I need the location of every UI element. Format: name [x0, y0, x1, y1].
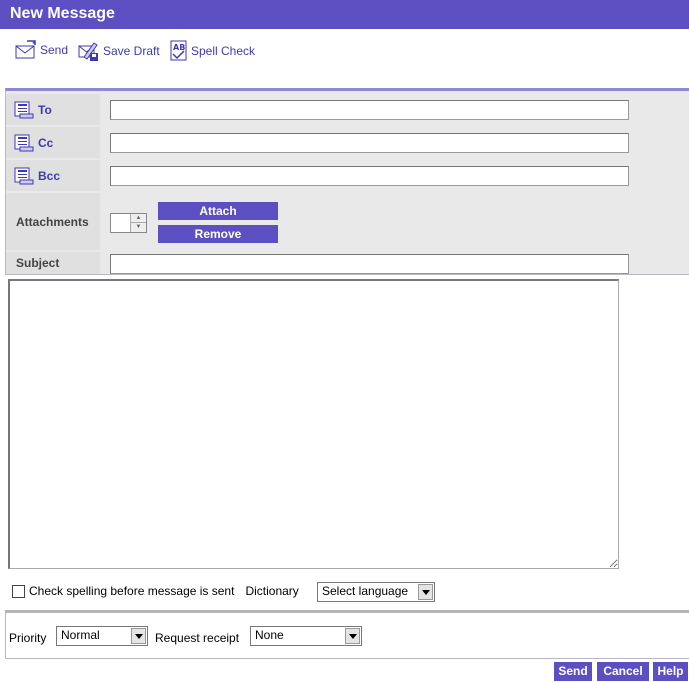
toolbar-save-draft-button[interactable]: Save Draft	[78, 40, 160, 62]
toolbar-spell-check-button[interactable]: AB Spell Check	[170, 40, 255, 62]
address-book-icon	[14, 167, 34, 184]
subject-input[interactable]	[110, 254, 629, 274]
dropdown-arrow-icon	[345, 628, 360, 644]
dropdown-arrow-icon	[418, 584, 433, 600]
request-receipt-select-value: None	[255, 628, 284, 642]
to-address-book-link[interactable]: To	[6, 94, 100, 125]
message-body[interactable]	[8, 279, 619, 569]
attachments-scroll-arrows[interactable]: ▲ ▼	[130, 214, 146, 232]
scroll-down-icon[interactable]: ▼	[131, 223, 146, 232]
bcc-input[interactable]	[110, 166, 629, 186]
spelling-options: Check spelling before message is sent Di…	[12, 584, 299, 598]
dictionary-select[interactable]: Select language	[317, 582, 435, 602]
send-button[interactable]: Send	[554, 662, 592, 681]
toolbar-spell-check-label: Spell Check	[191, 44, 256, 58]
address-book-icon	[14, 101, 34, 118]
dictionary-label: Dictionary	[245, 584, 299, 598]
send-mail-icon	[15, 40, 36, 59]
subject-label: Subject	[6, 252, 100, 274]
cc-input[interactable]	[110, 133, 629, 153]
toolbar: Send Save Draft AB Spell Check	[0, 38, 689, 66]
attachments-label: Attachments	[6, 193, 100, 250]
address-book-icon	[14, 134, 34, 151]
toolbar-send-button[interactable]: Send	[15, 40, 68, 60]
scroll-up-icon[interactable]: ▲	[131, 214, 146, 223]
dictionary-select-value: Select language	[322, 584, 409, 598]
priority-select[interactable]: Normal	[56, 626, 148, 646]
to-label: To	[38, 102, 52, 117]
help-button[interactable]: Help	[653, 662, 688, 681]
request-receipt-select[interactable]: None	[250, 626, 362, 646]
spell-check-icon: AB	[170, 40, 187, 61]
toolbar-save-draft-label: Save Draft	[103, 44, 160, 58]
save-draft-icon	[78, 42, 98, 61]
priority-select-value: Normal	[61, 628, 100, 642]
attach-button[interactable]: Attach	[158, 202, 278, 220]
cancel-button[interactable]: Cancel	[597, 662, 649, 681]
request-receipt-label: Request receipt	[155, 631, 240, 645]
cc-label: Cc	[38, 135, 54, 150]
priority-label: Priority	[9, 631, 47, 645]
bcc-label: Bcc	[38, 168, 61, 183]
message-header-form: To Cc Bcc Attachments ▲ ▼ Attach Remove	[5, 88, 689, 275]
dropdown-arrow-icon	[131, 628, 146, 644]
check-spelling-label: Check spelling before message is sent	[29, 584, 235, 598]
window-title: New Message	[0, 0, 689, 29]
toolbar-send-label: Send	[40, 43, 69, 57]
attachments-list[interactable]: ▲ ▼	[110, 213, 147, 233]
bcc-address-book-link[interactable]: Bcc	[6, 160, 100, 191]
cc-address-book-link[interactable]: Cc	[6, 127, 100, 158]
remove-button[interactable]: Remove	[158, 225, 278, 243]
check-spelling-checkbox[interactable]	[12, 584, 25, 598]
to-input[interactable]	[110, 100, 629, 120]
